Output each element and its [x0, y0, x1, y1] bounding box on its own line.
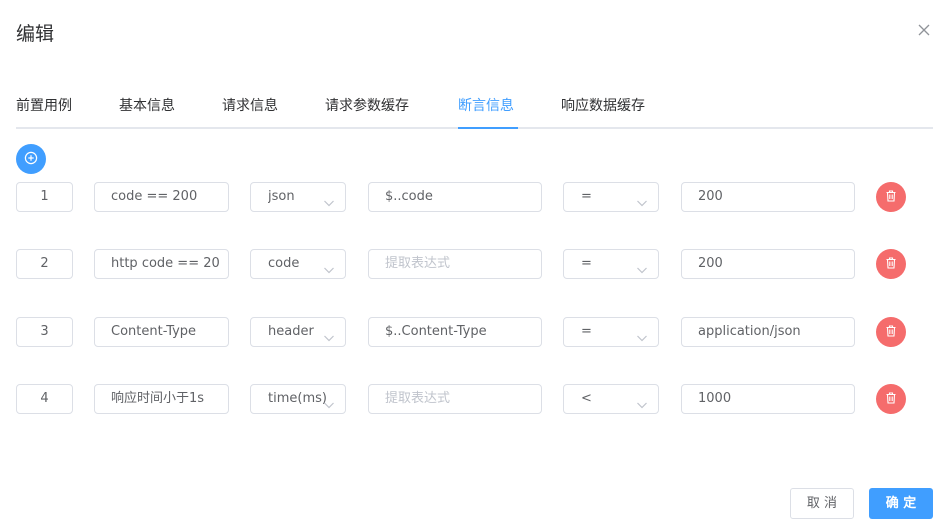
tab-basic-info[interactable]: 基本信息 [119, 96, 175, 116]
operator-select[interactable]: < [563, 384, 659, 414]
expression-field[interactable]: $..code [368, 182, 542, 212]
index-field[interactable]: 3 [16, 317, 73, 347]
assertion-row: 4 响应时间小于1s time(ms) 提取表达式 < 1000 [0, 384, 947, 414]
index-field[interactable]: 2 [16, 249, 73, 279]
active-tab-indicator [458, 127, 518, 129]
trash-icon [884, 390, 898, 409]
tab-pre-cases[interactable]: 前置用例 [16, 96, 72, 116]
assertion-row: 1 code == 200 json $..code = 200 [0, 182, 947, 212]
dialog-title: 编辑 [16, 23, 55, 45]
delete-assertion-button[interactable] [876, 384, 906, 414]
operator-select[interactable]: = [563, 182, 659, 212]
index-field[interactable]: 4 [16, 384, 73, 414]
expression-field[interactable]: 提取表达式 [368, 384, 542, 414]
plus-circle-icon [24, 150, 38, 169]
delete-assertion-button[interactable] [876, 182, 906, 212]
expected-value-field[interactable]: application/json [681, 317, 855, 347]
index-field[interactable]: 1 [16, 182, 73, 212]
expected-value-field[interactable]: 1000 [681, 384, 855, 414]
tabs-bar: 前置用例 基本信息 请求信息 请求参数缓存 断言信息 响应数据缓存 [16, 96, 933, 129]
tab-response-data-cache[interactable]: 响应数据缓存 [561, 96, 645, 116]
expression-field[interactable]: 提取表达式 [368, 249, 542, 279]
expected-value-field[interactable]: 200 [681, 249, 855, 279]
trash-icon [884, 323, 898, 342]
operator-select[interactable]: = [563, 249, 659, 279]
tab-request-info[interactable]: 请求信息 [222, 96, 278, 116]
trash-icon [884, 188, 898, 207]
tab-request-param-cache[interactable]: 请求参数缓存 [325, 96, 409, 116]
assertion-name-field[interactable]: http code == 20 [94, 249, 229, 279]
assertion-name-field[interactable]: code == 200 [94, 182, 229, 212]
chevron-down-icon [323, 394, 335, 413]
operator-select[interactable]: = [563, 317, 659, 347]
expression-field[interactable]: $..Content-Type [368, 317, 542, 347]
assertion-name-field[interactable]: 响应时间小于1s [94, 384, 229, 414]
assertion-row: 3 Content-Type header $..Content-Type = … [0, 317, 947, 347]
delete-assertion-button[interactable] [876, 249, 906, 279]
assertion-row: 2 http code == 20 code 提取表达式 = 200 [0, 249, 947, 279]
type-select[interactable]: header [250, 317, 346, 347]
type-select[interactable]: time(ms) [250, 384, 346, 414]
type-select[interactable]: json [250, 182, 346, 212]
chevron-down-icon [636, 192, 648, 211]
chevron-down-icon [323, 327, 335, 346]
add-assertion-button[interactable] [16, 144, 46, 174]
type-select[interactable]: code [250, 249, 346, 279]
trash-icon [884, 255, 898, 274]
chevron-down-icon [323, 259, 335, 278]
expected-value-field[interactable]: 200 [681, 182, 855, 212]
chevron-down-icon [323, 192, 335, 211]
chevron-down-icon [636, 259, 648, 278]
assertion-name-field[interactable]: Content-Type [94, 317, 229, 347]
chevron-down-icon [636, 327, 648, 346]
close-icon[interactable] [914, 20, 934, 40]
delete-assertion-button[interactable] [876, 317, 906, 347]
cancel-button[interactable]: 取 消 [790, 488, 854, 519]
confirm-button[interactable]: 确 定 [869, 488, 933, 519]
chevron-down-icon [636, 394, 648, 413]
tab-assertion-info[interactable]: 断言信息 [458, 96, 514, 116]
